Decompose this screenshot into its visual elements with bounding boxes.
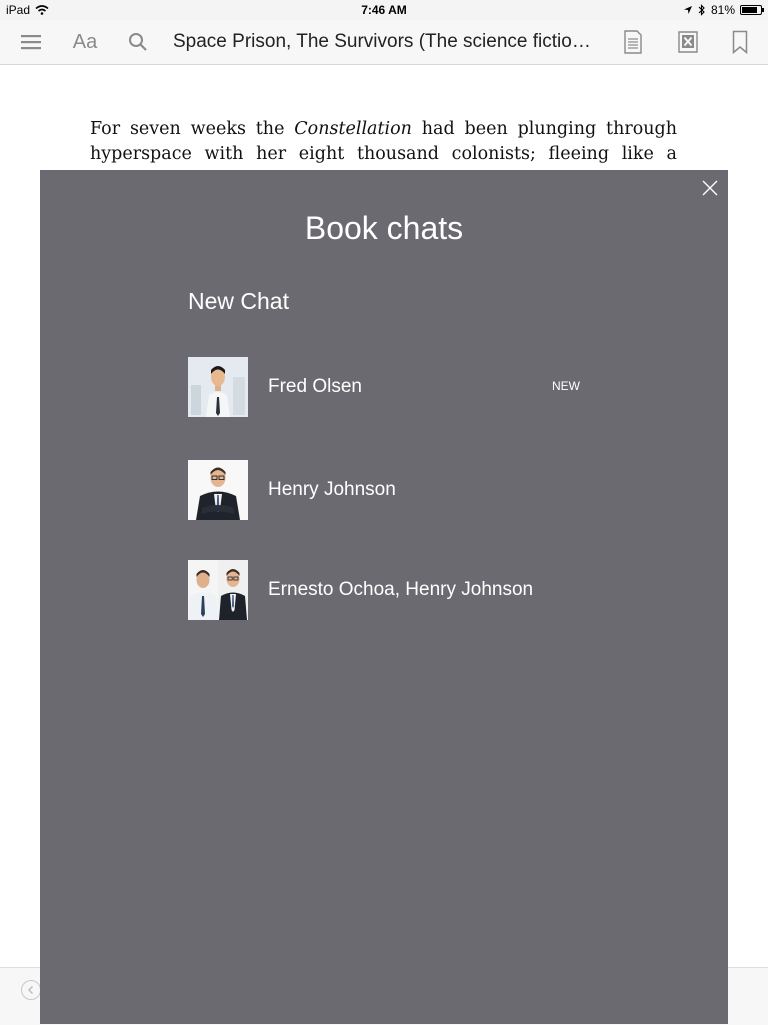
avatar-image <box>188 560 248 620</box>
close-icon <box>702 180 718 196</box>
chat-name: Fred Olsen <box>268 376 362 397</box>
book-title: Space Prison, The Survivors (The science… <box>173 31 591 52</box>
avatar-image <box>188 460 248 520</box>
chat-item-fred-olsen[interactable]: Fred Olsen NEW <box>188 357 608 417</box>
battery-percent: 81% <box>710 3 735 17</box>
search-button[interactable] <box>125 20 151 64</box>
chat-item-henry-johnson[interactable]: Henry Johnson <box>188 460 608 520</box>
status-bar: iPad 7:46 AM 81% <box>0 0 768 20</box>
new-badge: NEW <box>552 379 580 393</box>
xray-button[interactable] <box>675 20 701 64</box>
book-text-ship-name: Constellation <box>294 119 412 139</box>
book-text[interactable]: For seven weeks the Constellation had be… <box>90 117 677 167</box>
status-right: 81% <box>683 3 764 17</box>
book-chats-panel: Book chats New Chat Fred Olsen NEW Henry… <box>40 170 728 1024</box>
panel-title: Book chats <box>304 210 464 246</box>
menu-button[interactable] <box>17 20 45 64</box>
status-time: 7:46 AM <box>361 3 407 17</box>
reader-toolbar: Aa Space Prison, The Survivors (The scie… <box>0 20 768 65</box>
back-button[interactable] <box>21 980 41 1000</box>
battery-level <box>742 7 757 13</box>
chat-name: Ernesto Ochoa, Henry Johnson <box>268 579 534 600</box>
book-text-start: For seven weeks the <box>90 119 295 139</box>
chat-name: Henry Johnson <box>268 479 396 500</box>
avatar-image <box>188 357 248 417</box>
bluetooth-icon <box>698 4 705 16</box>
battery-icon <box>740 5 764 15</box>
bookmark-icon <box>732 30 748 54</box>
chevron-left-icon <box>28 986 33 994</box>
bookmark-button[interactable] <box>728 20 752 64</box>
new-chat-button[interactable]: New Chat <box>188 288 289 315</box>
notes-button[interactable] <box>620 20 646 64</box>
location-arrow-icon <box>683 6 692 14</box>
search-icon <box>129 33 147 51</box>
document-icon <box>624 30 642 54</box>
chat-item-ernesto-ochoa-henry-johnson[interactable]: Ernesto Ochoa, Henry Johnson <box>188 560 608 620</box>
avatar <box>188 460 248 520</box>
close-button[interactable] <box>700 178 720 198</box>
font-settings-button[interactable]: Aa <box>68 20 102 64</box>
xray-icon <box>678 31 698 53</box>
hamburger-icon <box>21 35 41 50</box>
avatar <box>188 560 248 620</box>
avatar <box>188 357 248 417</box>
